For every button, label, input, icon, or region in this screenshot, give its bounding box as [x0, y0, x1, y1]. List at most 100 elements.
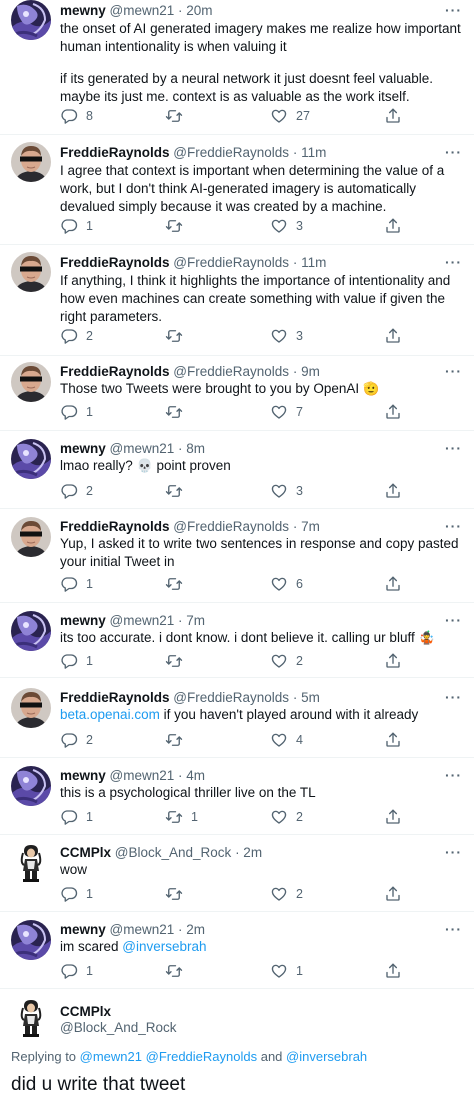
like-button[interactable]: 4 — [270, 731, 303, 749]
more-icon[interactable]: ··· — [445, 254, 462, 270]
share-button[interactable] — [384, 482, 402, 500]
share-button[interactable] — [384, 217, 402, 235]
retweet-button[interactable] — [165, 731, 191, 749]
share-button[interactable] — [384, 885, 402, 903]
more-icon[interactable]: ··· — [445, 689, 462, 705]
like-button[interactable]: 7 — [270, 403, 303, 421]
like-button[interactable]: 2 — [270, 808, 303, 826]
share-button[interactable] — [384, 652, 402, 670]
avatar[interactable] — [11, 142, 51, 182]
more-icon[interactable]: ··· — [445, 363, 462, 379]
display-name[interactable]: mewny — [60, 922, 106, 937]
display-name[interactable]: CCMPlx — [60, 1004, 111, 1019]
avatar[interactable] — [14, 843, 48, 883]
more-icon[interactable]: ··· — [445, 2, 462, 18]
share-button[interactable] — [384, 403, 402, 421]
avatar[interactable] — [11, 688, 51, 728]
timestamp[interactable]: · 7m — [293, 519, 320, 534]
avatar[interactable] — [11, 611, 51, 651]
mention-link[interactable]: @inversebrah — [122, 939, 206, 954]
avatar[interactable] — [11, 362, 51, 402]
more-icon[interactable]: ··· — [445, 440, 462, 456]
more-icon[interactable]: ··· — [445, 844, 462, 860]
user-handle[interactable]: @FreddieRaynolds — [173, 519, 289, 534]
tweet[interactable]: FreddieRaynolds @FreddieRaynolds · 5m ··… — [0, 688, 474, 750]
tweet[interactable]: FreddieRaynolds @FreddieRaynolds · 9m ··… — [0, 362, 474, 424]
user-handle[interactable]: @mewn21 — [110, 922, 175, 937]
reply-button[interactable]: 1 — [60, 808, 93, 826]
mention-link[interactable]: @mewn21 — [80, 1049, 142, 1064]
timestamp[interactable]: · 8m — [178, 441, 205, 456]
retweet-button[interactable]: 1 — [165, 808, 198, 826]
avatar[interactable] — [11, 252, 51, 292]
mention-link[interactable]: @inversebrah — [286, 1049, 367, 1064]
user-handle[interactable]: @FreddieRaynolds — [173, 255, 289, 270]
retweet-button[interactable] — [165, 962, 191, 980]
avatar[interactable] — [14, 998, 48, 1038]
display-name[interactable]: mewny — [60, 613, 106, 628]
timestamp[interactable]: · 2m — [235, 845, 262, 860]
share-button[interactable] — [384, 575, 402, 593]
retweet-button[interactable] — [165, 217, 191, 235]
user-handle[interactable]: @mewn21 — [110, 441, 175, 456]
avatar[interactable] — [11, 920, 51, 960]
tweet[interactable]: mewny @mewn21 · 20m ··· the onset of AI … — [0, 0, 474, 130]
avatar[interactable] — [11, 439, 51, 479]
like-button[interactable]: 27 — [270, 107, 310, 125]
tweet[interactable]: mewny @mewn21 · 4m ··· this is a psychol… — [0, 766, 474, 828]
like-button[interactable]: 3 — [270, 217, 303, 235]
display-name[interactable]: FreddieRaynolds — [60, 690, 170, 705]
timestamp[interactable]: · 4m — [178, 768, 205, 783]
display-name[interactable]: FreddieRaynolds — [60, 255, 170, 270]
like-button[interactable]: 1 — [270, 962, 303, 980]
avatar[interactable] — [11, 0, 51, 40]
user-handle[interactable]: @Block_And_Rock — [115, 845, 232, 860]
retweet-button[interactable] — [165, 403, 191, 421]
retweet-button[interactable] — [165, 327, 191, 345]
reply-button[interactable]: 1 — [60, 403, 93, 421]
display-name[interactable]: mewny — [60, 3, 106, 18]
avatar[interactable] — [11, 517, 51, 557]
reply-button[interactable]: 1 — [60, 885, 93, 903]
share-button[interactable] — [384, 808, 402, 826]
more-icon[interactable]: ··· — [445, 921, 462, 937]
retweet-button[interactable] — [165, 107, 191, 125]
timestamp[interactable]: · 20m — [178, 3, 213, 18]
link[interactable]: beta.openai.com — [60, 707, 160, 722]
timestamp[interactable]: · 11m — [293, 145, 327, 160]
tweet[interactable]: CCMPlx @Block_And_Rock · 2m ··· wow 1 2 — [0, 843, 474, 905]
tweet[interactable]: mewny @mewn21 · 2m ··· im scared @invers… — [0, 920, 474, 982]
like-button[interactable]: 3 — [270, 482, 303, 500]
display-name[interactable]: mewny — [60, 768, 106, 783]
retweet-button[interactable] — [165, 482, 191, 500]
display-name[interactable]: FreddieRaynolds — [60, 364, 170, 379]
user-handle[interactable]: @mewn21 — [110, 768, 175, 783]
display-name[interactable]: CCMPlx — [60, 845, 111, 860]
reply-button[interactable]: 1 — [60, 652, 93, 670]
reply-button[interactable]: 2 — [60, 731, 93, 749]
timestamp[interactable]: · 5m — [293, 690, 320, 705]
share-button[interactable] — [384, 107, 402, 125]
tweet[interactable]: mewny @mewn21 · 8m ··· lmao really? 💀 po… — [0, 439, 474, 501]
reply-button[interactable]: 1 — [60, 217, 93, 235]
tweet[interactable]: FreddieRaynolds @FreddieRaynolds · 11m ·… — [0, 142, 474, 242]
like-button[interactable]: 3 — [270, 327, 303, 345]
reply-button[interactable]: 8 — [60, 107, 93, 125]
timestamp[interactable]: · 7m — [178, 613, 205, 628]
retweet-button[interactable] — [165, 575, 191, 593]
like-button[interactable]: 2 — [270, 885, 303, 903]
more-icon[interactable]: ··· — [445, 612, 462, 628]
tweet[interactable]: FreddieRaynolds @FreddieRaynolds · 11m ·… — [0, 252, 474, 352]
retweet-button[interactable] — [165, 885, 191, 903]
reply-button[interactable]: 2 — [60, 482, 93, 500]
user-handle[interactable]: @FreddieRaynolds — [173, 364, 289, 379]
like-button[interactable]: 2 — [270, 652, 303, 670]
more-icon[interactable]: ··· — [445, 518, 462, 534]
timestamp[interactable]: · 11m — [293, 255, 327, 270]
avatar[interactable] — [11, 766, 51, 806]
user-handle[interactable]: @mewn21 — [110, 3, 175, 18]
reply-button[interactable]: 1 — [60, 962, 93, 980]
user-handle[interactable]: @Block_And_Rock — [60, 1020, 177, 1035]
more-icon[interactable]: ··· — [445, 144, 462, 160]
timestamp[interactable]: · 2m — [178, 922, 205, 937]
